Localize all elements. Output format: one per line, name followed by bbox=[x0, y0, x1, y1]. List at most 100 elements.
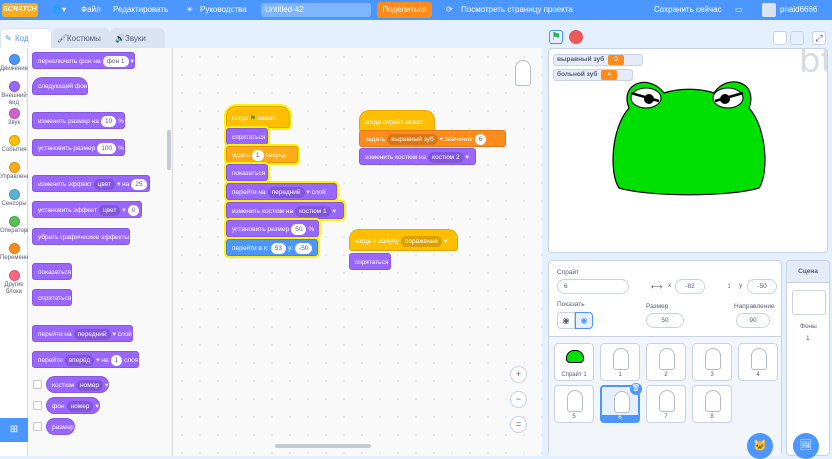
zoom-in-button[interactable]: + bbox=[510, 366, 527, 383]
size-reporter-block[interactable]: размер bbox=[46, 418, 75, 435]
x-arrows-icon: ⟷ bbox=[651, 282, 663, 291]
show-block[interactable]: показаться bbox=[32, 263, 73, 280]
share-button[interactable]: Поделиться bbox=[377, 2, 432, 18]
category-8[interactable]: Другие блоки bbox=[0, 270, 28, 296]
add-extension-button[interactable]: ⊞ bbox=[0, 418, 28, 442]
hide-block[interactable]: спрятаться bbox=[32, 289, 73, 306]
sprite-tile[interactable]: 8 bbox=[692, 385, 732, 423]
large-stage-button[interactable] bbox=[790, 31, 804, 45]
clear-effects-block[interactable]: убрать графические эффекты bbox=[32, 228, 131, 245]
when-sprite-clicked-block[interactable]: когда спрайт нажат bbox=[359, 110, 435, 132]
stage-selector[interactable]: Сцена Фоны 1 🖼 bbox=[786, 260, 830, 459]
hide-block[interactable]: спрятаться bbox=[226, 128, 268, 145]
file-menu[interactable]: Файл bbox=[81, 0, 101, 20]
add-sprite-button[interactable]: 🐱 bbox=[747, 433, 773, 459]
go-forward-layers-block[interactable]: перейти вперёд ▾ на 1 слоя bbox=[32, 351, 140, 368]
hide-block[interactable]: спрятаться bbox=[349, 253, 391, 270]
hide-eye-button[interactable]: ◉ bbox=[575, 312, 593, 329]
project-title-input[interactable]: Untitled-42 bbox=[261, 3, 371, 17]
goto-xy-block[interactable]: перейти в x: 53 y: -50 bbox=[226, 239, 318, 256]
set-size-block[interactable]: установить размер 50% bbox=[226, 220, 319, 237]
script-area[interactable]: когда ⚑ нажат спрятаться ждать 1 секунд по… bbox=[173, 48, 542, 456]
stop-button[interactable] bbox=[569, 30, 583, 44]
backdrop-reporter-block[interactable]: фон номер ▾ bbox=[46, 397, 100, 414]
category-0[interactable]: Движение bbox=[0, 54, 28, 73]
green-flag-icon: ⚑ bbox=[551, 31, 561, 43]
show-block[interactable]: показаться bbox=[226, 164, 268, 181]
variable-monitor[interactable]: выравный зуб 0 bbox=[553, 54, 643, 66]
fullscreen-icon[interactable]: ⤢ bbox=[812, 31, 826, 45]
set-effect-block[interactable]: установить эффект цвет ▾ 0 bbox=[32, 201, 143, 218]
username[interactable]: pnaid6666 bbox=[780, 0, 817, 20]
size-input[interactable]: 50 bbox=[646, 313, 684, 328]
palette-scrollbar[interactable] bbox=[167, 130, 171, 170]
go-to-layer-block[interactable]: перейти на передний ▾ слой bbox=[32, 325, 133, 342]
sprite-tile[interactable]: Спрайт 1 bbox=[554, 343, 594, 381]
brush-icon: 🖌 bbox=[57, 34, 68, 43]
folder-icon[interactable]: ▭ bbox=[735, 0, 743, 20]
category-7[interactable]: Переменные bbox=[0, 243, 37, 262]
set-size-block[interactable]: установить размер 100% bbox=[32, 139, 125, 156]
costume-reporter-block[interactable]: костюм номер ▾ bbox=[46, 376, 110, 393]
category-5[interactable]: Сенсоры bbox=[0, 189, 28, 208]
script-hscrollbar[interactable] bbox=[275, 444, 371, 448]
add-backdrop-button[interactable]: 🖼 bbox=[793, 433, 819, 459]
sprite-tile[interactable]: 2 bbox=[646, 343, 686, 381]
category-menu: Движение Внешний вид Звук События Управление… bbox=[0, 48, 37, 456]
when-i-receive-block[interactable]: когда я получу поражение ▾ bbox=[349, 229, 458, 251]
sprite-tile[interactable]: 7 bbox=[646, 385, 686, 423]
x-input[interactable]: -82 bbox=[675, 279, 705, 294]
category-4[interactable]: Управление bbox=[0, 162, 33, 181]
tab-sounds[interactable]: 🔊 Звуки bbox=[110, 28, 165, 48]
avatar[interactable] bbox=[762, 3, 776, 17]
green-flag-button[interactable]: ⚑ bbox=[549, 30, 563, 44]
wait-block[interactable]: ждать 1 секунд bbox=[226, 146, 298, 163]
delete-sprite-icon[interactable]: 🗑 bbox=[630, 383, 642, 395]
small-stage-button[interactable] bbox=[773, 31, 787, 45]
see-project-button[interactable]: Посмотреть страницу проекта bbox=[461, 0, 573, 20]
change-size-block[interactable]: изменить размер на 10% bbox=[32, 112, 125, 129]
change-effect-block[interactable]: изменить эффект цвет ▾ на 25 bbox=[32, 175, 150, 192]
category-3[interactable]: События bbox=[0, 135, 28, 154]
category-1[interactable]: Внешний вид bbox=[0, 81, 28, 107]
sprite-thumbnail bbox=[751, 348, 767, 370]
sprite-tile[interactable]: 3 bbox=[692, 343, 732, 381]
sprite-tile[interactable]: 4 bbox=[738, 343, 778, 381]
category-label: Операторы bbox=[0, 228, 32, 234]
edit-menu[interactable]: Редактировать bbox=[113, 0, 168, 20]
tab-costumes[interactable]: 🖌 Костюмы bbox=[52, 28, 110, 48]
sprite-name-input[interactable]: 6 bbox=[557, 279, 629, 294]
direction-input[interactable]: 90 bbox=[736, 313, 770, 328]
when-flag-clicked-block[interactable]: когда ⚑ нажат bbox=[226, 106, 290, 128]
save-now-button[interactable]: Сохранить сейчас bbox=[654, 0, 722, 20]
go-to-layer-block[interactable]: перейти на передний ▾ слой bbox=[226, 183, 337, 200]
show-eye-button[interactable]: ◉ bbox=[557, 312, 575, 329]
sprite-tile[interactable]: 1 bbox=[600, 343, 640, 381]
category-dot-icon bbox=[8, 108, 20, 119]
sprite-tile[interactable]: 5 bbox=[554, 385, 594, 423]
next-backdrop-block[interactable]: следующий фон bbox=[32, 77, 89, 95]
set-variable-block[interactable]: задать выравный зуб ▾ значение 6 bbox=[359, 130, 506, 147]
sprite-tile-name: 2 bbox=[664, 372, 668, 378]
category-6[interactable]: Операторы bbox=[0, 216, 32, 235]
backdrop-number-checkbox[interactable] bbox=[33, 401, 42, 410]
switch-backdrop-block[interactable]: переключить фон на фон 1 ▾ bbox=[32, 52, 135, 69]
zoom-reset-button[interactable]: = bbox=[510, 416, 527, 433]
costume-number-checkbox[interactable] bbox=[33, 380, 42, 389]
switch-costume-block[interactable]: изменить костюм на костюм 2 ▾ bbox=[359, 148, 476, 165]
scratch-logo[interactable]: SCRATCH bbox=[2, 3, 38, 17]
sprite-tile[interactable]: 6 🗑 bbox=[600, 383, 642, 423]
size-checkbox[interactable] bbox=[33, 422, 42, 431]
stage-thumbnail[interactable] bbox=[792, 290, 826, 315]
tutorials-menu[interactable]: Руководства bbox=[200, 0, 247, 20]
tab-code[interactable]: ✎ Код bbox=[0, 28, 52, 48]
category-2[interactable]: Звук bbox=[0, 108, 28, 127]
category-label: Движение bbox=[0, 66, 28, 72]
y-input[interactable]: -50 bbox=[747, 279, 777, 294]
category-label: Переменные bbox=[0, 255, 37, 261]
sprite-info-panel: Спрайт 6 ⟷ x -82 ↕ y -50 Показать ◉ ◉ Ра… bbox=[548, 260, 782, 459]
stage[interactable]: выравный зуб0 больной зуб4 bt bbox=[548, 48, 828, 253]
switch-costume-block[interactable]: изменить костюм на костюм 1 ▾ bbox=[226, 202, 344, 219]
zoom-out-button[interactable]: − bbox=[510, 391, 527, 408]
globe-icon[interactable]: 🌐▾ bbox=[52, 0, 66, 20]
